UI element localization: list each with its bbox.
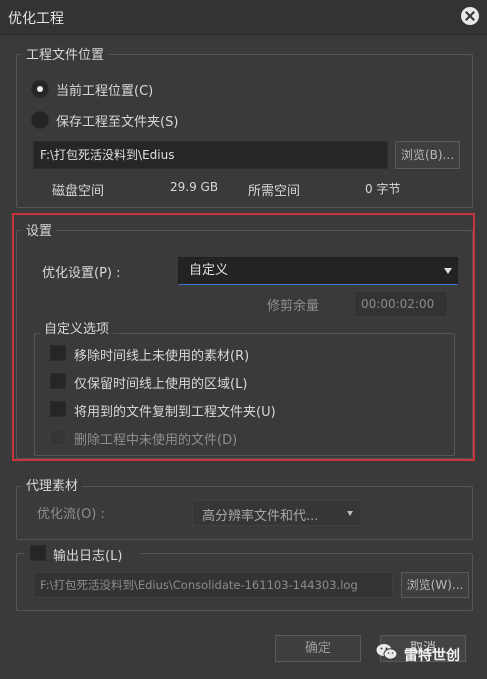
output-log-label: 输出日志(L) xyxy=(53,549,123,564)
optimize-settings-label: 优化设置(P) : xyxy=(42,266,121,281)
optimize-flow-value: 高分辨率文件和代... xyxy=(202,509,319,524)
option-delete-unused-label: 删除工程中未使用的文件(D) xyxy=(74,433,238,448)
location-group-title: 工程文件位置 xyxy=(22,44,109,63)
radio-save-to-folder[interactable] xyxy=(31,111,49,129)
browse-button[interactable]: 浏览(B)... xyxy=(395,141,460,169)
custom-options-title: 自定义选项 xyxy=(40,318,114,337)
required-space-value: 0 字节 xyxy=(365,182,401,196)
log-path-field[interactable]: F:\打包死活没料到\Edius\Consolidate-161103-1443… xyxy=(33,572,393,598)
optimize-settings-dropdown[interactable]: 自定义 xyxy=(178,257,458,285)
option-delete-unused-checkbox[interactable] xyxy=(50,429,66,445)
chevron-down-icon xyxy=(347,511,353,516)
chevron-down-icon xyxy=(444,268,452,274)
optimize-flow-dropdown[interactable]: 高分辨率文件和代... xyxy=(192,500,362,526)
radio-save-to-folder-label: 保存工程至文件夹(S) xyxy=(56,115,179,130)
optimize-flow-label: 优化流(O) : xyxy=(37,507,105,522)
option-remove-unused-label: 移除时间线上未使用的素材(R) xyxy=(74,349,250,364)
radio-current-location[interactable] xyxy=(31,80,49,98)
option-keep-used-region-checkbox[interactable] xyxy=(50,373,66,389)
required-space-label: 所需空间 xyxy=(248,184,301,199)
option-remove-unused-checkbox[interactable] xyxy=(50,345,66,361)
option-copy-files-label: 将用到的文件复制到工程文件夹(U) xyxy=(74,405,276,420)
option-keep-used-region-label: 仅保留时间线上使用的区域(L) xyxy=(74,377,248,392)
trim-margin-field[interactable]: 00:00:02:00 xyxy=(354,291,448,317)
close-icon[interactable] xyxy=(461,7,479,25)
dialog-title: 优化工程 xyxy=(8,11,64,27)
output-log-checkbox[interactable] xyxy=(30,545,46,561)
proxy-group-title: 代理素材 xyxy=(22,475,83,494)
title-bar xyxy=(0,0,487,35)
log-browse-button[interactable]: 浏览(W)... xyxy=(401,572,469,598)
optimize-settings-value: 自定义 xyxy=(189,263,229,278)
watermark-text: 雷特世创 xyxy=(404,648,460,664)
project-path-field[interactable]: F:\打包死活没料到\Edius xyxy=(33,141,388,169)
trim-margin-label: 修剪余量 xyxy=(267,299,320,314)
option-copy-files-checkbox[interactable] xyxy=(50,401,66,417)
wechat-icon xyxy=(376,644,398,660)
radio-current-location-label: 当前工程位置(C) xyxy=(56,84,154,99)
disk-space-value: 29.9 GB xyxy=(170,180,219,194)
ok-button[interactable]: 确定 xyxy=(275,635,361,662)
disk-space-label: 磁盘空间 xyxy=(52,184,105,199)
